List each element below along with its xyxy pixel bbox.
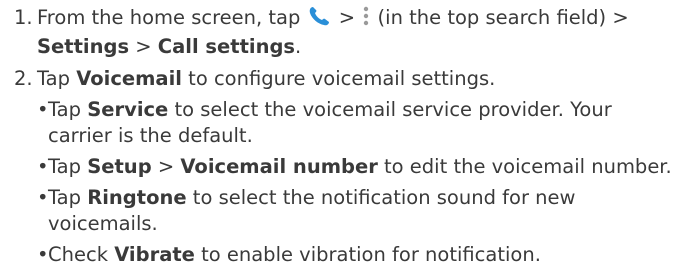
ringtone-label: Ringtone — [87, 186, 187, 209]
instruction-document: 1. From the home screen, tap > (in the t… — [14, 5, 672, 266]
settings-label: Settings — [37, 35, 130, 58]
bullet: • — [37, 155, 49, 178]
vibrate-label: Vibrate — [114, 243, 195, 266]
bullet: • — [37, 98, 49, 121]
step-1-text: From the home screen, tap — [37, 6, 301, 29]
call-settings-label: Call settings — [157, 35, 296, 58]
phone-icon — [307, 5, 333, 34]
setup-label: Setup — [87, 155, 152, 178]
step-number: 2. — [14, 67, 33, 90]
service-label: Service — [87, 98, 169, 121]
bullet: • — [37, 243, 49, 266]
bullet: • — [37, 186, 49, 209]
separator: > — [129, 35, 158, 58]
vertical-dots-menu-icon — [361, 5, 371, 34]
voicemail-label: Voicemail — [76, 67, 182, 90]
step-number: 1. — [14, 6, 33, 29]
voicemail-number-label: Voicemail number — [180, 155, 378, 178]
step-1-text-cont: (in the top search field) > — [371, 6, 629, 29]
separator: > — [332, 6, 362, 29]
